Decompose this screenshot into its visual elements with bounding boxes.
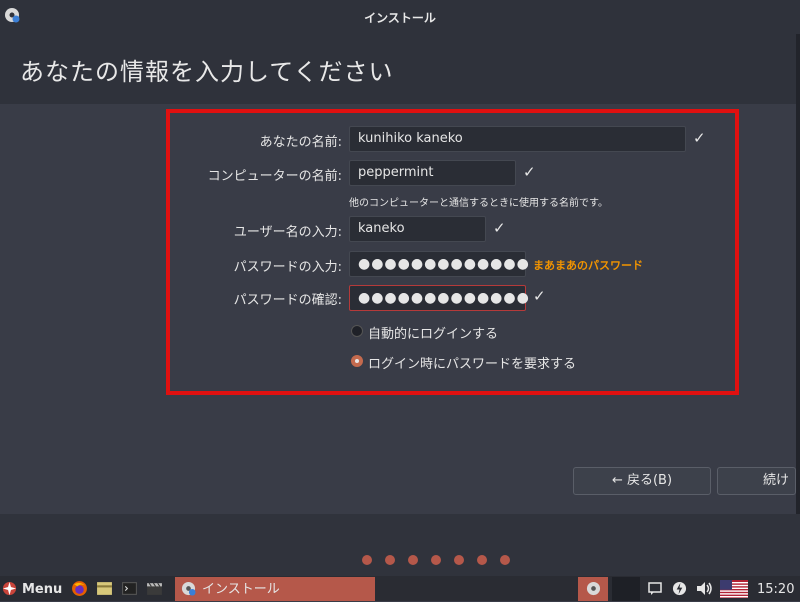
- confirm-password-field[interactable]: ●●●●●●●●●●●●●: [349, 285, 529, 311]
- password-label: パスワードの入力:: [233, 260, 342, 275]
- computer-name-label: コンピューターの名前:: [207, 169, 342, 184]
- computer-name-hint: 他のコンピューターと通信するときに使用する名前です。: [349, 198, 608, 209]
- window-titlebar: インストール: [0, 0, 800, 34]
- username-check-icon: ✓: [493, 219, 506, 237]
- computer-name-field[interactable]: peppermint: [349, 160, 516, 186]
- computer-name-check-icon: ✓: [523, 163, 536, 181]
- page-title: あなたの情報を入力してください: [20, 58, 394, 86]
- continue-button[interactable]: 続け: [717, 467, 796, 495]
- back-button[interactable]: ← 戻る(B): [573, 467, 711, 495]
- name-label: あなたの名前:: [259, 135, 342, 150]
- require-password-label[interactable]: ログイン時にパスワードを要求する: [368, 353, 576, 372]
- progress-dot: [431, 555, 441, 565]
- progress-band: [0, 514, 800, 576]
- taskbar-task-label: インストール: [202, 582, 280, 597]
- page-header: あなたの情報を入力してください: [0, 34, 800, 104]
- peppermint-logo-icon[interactable]: [2, 581, 17, 596]
- progress-dot: [408, 555, 418, 565]
- password-field[interactable]: ●●●●●●●●●●●●●: [349, 251, 529, 277]
- file-manager-icon[interactable]: [96, 580, 113, 597]
- volume-icon[interactable]: [695, 580, 715, 597]
- username-field[interactable]: kaneko: [349, 216, 486, 242]
- menu-button[interactable]: Menu: [22, 577, 62, 602]
- require-password-radio[interactable]: [351, 355, 363, 367]
- progress-dot: [454, 555, 464, 565]
- window-edge: [796, 34, 800, 514]
- clock[interactable]: 15:20: [757, 577, 794, 602]
- name-check-icon: ✓: [693, 129, 706, 147]
- firefox-icon[interactable]: [71, 580, 88, 597]
- power-icon[interactable]: [672, 581, 687, 596]
- window-title: インストール: [364, 11, 436, 25]
- name-field[interactable]: kunihiko kaneko: [349, 126, 686, 152]
- progress-dot: [385, 555, 395, 565]
- password-strength: まあまあのパスワード: [533, 259, 643, 272]
- progress-dot: [362, 555, 372, 565]
- confirm-check-icon: ✓: [533, 287, 546, 305]
- installer-tray-icon: [586, 581, 601, 596]
- autologin-label[interactable]: 自動的にログインする: [368, 323, 498, 342]
- autologin-radio[interactable]: [351, 325, 363, 337]
- media-player-icon[interactable]: [146, 580, 163, 597]
- installer-task-icon: [181, 581, 196, 596]
- progress-dot: [477, 555, 487, 565]
- tray-empty-slot: [612, 577, 640, 601]
- notifications-icon[interactable]: [648, 582, 662, 595]
- terminal-icon[interactable]: [121, 580, 138, 597]
- username-label: ユーザー名の入力:: [233, 225, 342, 240]
- us-flag-icon[interactable]: [720, 580, 748, 598]
- confirm-password-label: パスワードの確認:: [233, 293, 342, 308]
- progress-dot: [500, 555, 510, 565]
